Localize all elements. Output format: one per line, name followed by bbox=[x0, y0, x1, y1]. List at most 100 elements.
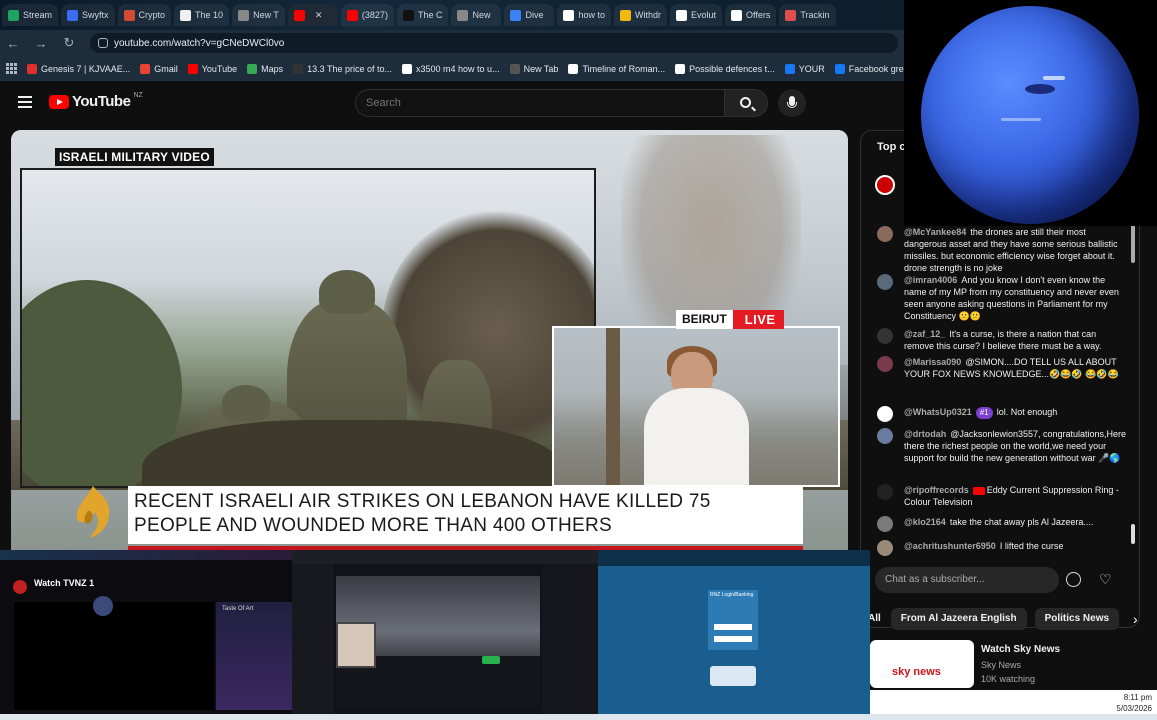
browser-tab[interactable]: ✕ bbox=[287, 4, 338, 26]
follow-button[interactable] bbox=[482, 656, 500, 664]
browser-tab[interactable]: The C bbox=[396, 4, 449, 26]
login-title: RNZ Login/Banking bbox=[710, 592, 754, 598]
tab-label: Crypto bbox=[138, 10, 166, 20]
chat-scrollbar[interactable] bbox=[1131, 223, 1135, 263]
bookmark-favicon-icon bbox=[140, 63, 151, 74]
avatar[interactable] bbox=[877, 484, 893, 500]
tab-favicon-icon bbox=[457, 9, 469, 21]
avatar[interactable] bbox=[877, 356, 893, 372]
browser-tab[interactable]: Dive bbox=[504, 4, 555, 26]
bookmark-item[interactable]: New Tab bbox=[509, 63, 558, 74]
tvnz-side-text: Taste Of Art bbox=[222, 606, 254, 612]
live-reporter-inset bbox=[552, 326, 840, 487]
bookmark-item[interactable]: Timeline of Roman... bbox=[568, 63, 665, 74]
bookmark-favicon-icon bbox=[187, 63, 198, 74]
bookmark-item[interactable]: Genesis 7 | KJVAAE... bbox=[27, 63, 130, 74]
tab-favicon-icon bbox=[180, 9, 192, 21]
site-info-icon[interactable] bbox=[98, 38, 108, 48]
bookmark-favicon-icon bbox=[247, 63, 258, 74]
forward-icon[interactable]: → bbox=[34, 36, 48, 51]
username-field[interactable] bbox=[714, 624, 752, 630]
browser-tab[interactable]: Offers bbox=[725, 4, 777, 26]
search-button[interactable] bbox=[724, 89, 768, 117]
play-icon[interactable] bbox=[93, 596, 113, 616]
bookmark-item[interactable]: x3500 m4 how to u... bbox=[402, 63, 500, 74]
browser-tab[interactable]: Evolut bbox=[670, 4, 723, 26]
emoji-icon[interactable] bbox=[1066, 572, 1081, 587]
chat-message: @klo2164 take the chat away pls Al Jazeer… bbox=[877, 516, 1127, 532]
close-tab-icon[interactable]: ✕ bbox=[315, 10, 323, 21]
chip-al-jazeera[interactable]: From Al Jazeera English bbox=[890, 608, 1027, 630]
tab-favicon-icon bbox=[785, 9, 797, 21]
menu-icon[interactable] bbox=[18, 96, 32, 111]
heart-icon[interactable]: ♡ bbox=[1099, 571, 1112, 588]
chat-message-body: @zaf_12_ It's a curse, is there a nation … bbox=[904, 328, 1127, 352]
chat-author[interactable]: @McYankee84 bbox=[904, 227, 966, 237]
recommended-title[interactable]: Watch Sky News bbox=[981, 644, 1060, 655]
chat-author[interactable]: @klo2164 bbox=[904, 517, 946, 527]
bookmark-item[interactable]: Possible defences t... bbox=[675, 63, 775, 74]
browser-tab[interactable]: Swyftx bbox=[61, 4, 115, 26]
chat-author[interactable]: @Marissa090 bbox=[904, 357, 961, 367]
bookmark-favicon-icon bbox=[509, 63, 520, 74]
window-tvnz[interactable]: Watch TVNZ 1 Taste Of Art bbox=[0, 550, 292, 714]
chat-mode-selector[interactable]: Top c bbox=[877, 141, 906, 153]
tab-favicon-icon bbox=[402, 9, 414, 21]
avatar[interactable] bbox=[877, 516, 893, 532]
browser-tab[interactable]: Trackin bbox=[779, 4, 836, 26]
password-field[interactable] bbox=[714, 636, 752, 642]
reload-icon[interactable]: ↻ bbox=[62, 35, 76, 51]
sky-news-logo: sky news bbox=[892, 666, 941, 678]
bookmark-item[interactable]: 13.3 The price of to... bbox=[293, 63, 393, 74]
avatar[interactable] bbox=[877, 274, 893, 290]
bookmark-item[interactable]: Facebook green bbox=[834, 63, 904, 74]
chat-author[interactable]: @imran4006 bbox=[904, 275, 957, 285]
chat-message: @achritushunter6950 I lifted the curse bbox=[877, 540, 1127, 556]
chevron-right-icon[interactable]: › bbox=[1133, 611, 1138, 627]
planet-overlay bbox=[904, 0, 1157, 226]
bookmark-item[interactable]: Gmail bbox=[140, 63, 178, 74]
browser-tab[interactable]: New T bbox=[232, 4, 285, 26]
chat-author[interactable]: @drtodah bbox=[904, 429, 946, 439]
bookmark-item[interactable]: YouTube bbox=[187, 63, 237, 74]
search-input[interactable] bbox=[355, 89, 724, 117]
bookmark-item[interactable]: YOUR bbox=[784, 63, 825, 74]
chat-scrollbar-lower[interactable] bbox=[1131, 524, 1135, 544]
al-jazeera-logo bbox=[76, 486, 110, 538]
avatar[interactable] bbox=[877, 428, 893, 444]
chat-input[interactable]: Chat as a subscriber... bbox=[875, 567, 1059, 593]
bookmark-item[interactable]: Maps bbox=[247, 63, 283, 74]
browser-tab[interactable]: Crypto bbox=[117, 4, 172, 26]
url-field[interactable]: youtube.com/watch?v=gCNeDWCl0vo bbox=[90, 33, 898, 53]
browser-tab[interactable]: Withdr bbox=[613, 4, 667, 26]
bookmark-label: 13.3 The price of to... bbox=[307, 63, 393, 74]
chat-author[interactable]: @zaf_12_ bbox=[904, 329, 945, 339]
apps-grid-icon[interactable] bbox=[6, 63, 17, 74]
window-stream[interactable] bbox=[292, 550, 598, 714]
avatar[interactable] bbox=[877, 406, 893, 422]
search-bar bbox=[355, 89, 768, 117]
recommended-video[interactable]: sky news Watch Sky News Sky News 10K wat… bbox=[870, 640, 1157, 690]
avatar[interactable] bbox=[877, 328, 893, 344]
chat-author[interactable]: @achritushunter6950 bbox=[904, 541, 996, 551]
browser-tab[interactable]: (3827) bbox=[340, 4, 394, 26]
tvnz-player[interactable] bbox=[14, 602, 214, 710]
chat-author[interactable]: @WhatsUp0321 bbox=[904, 407, 972, 417]
avatar[interactable] bbox=[877, 540, 893, 556]
youtube-logo[interactable]: YouTube NZ bbox=[49, 92, 143, 110]
browser-tab[interactable]: Stream bbox=[2, 4, 59, 26]
recommended-thumbnail[interactable]: sky news bbox=[870, 640, 974, 688]
recommended-channel[interactable]: Sky News bbox=[981, 660, 1021, 670]
browser-tab[interactable]: The 10 bbox=[174, 4, 230, 26]
video-player[interactable]: ISRAELI MILITARY VIDEO BEIRUT LIVE RECEN… bbox=[11, 130, 848, 550]
chat-author[interactable]: @ripoffrecords bbox=[904, 485, 969, 495]
chip-politics[interactable]: Politics News bbox=[1034, 608, 1120, 630]
browser-tab[interactable]: how to bbox=[557, 4, 611, 26]
tab-label: Dive bbox=[525, 10, 544, 20]
back-icon[interactable]: ← bbox=[6, 36, 20, 51]
avatar[interactable] bbox=[877, 226, 893, 242]
region-code: NZ bbox=[133, 92, 143, 99]
browser-tab[interactable]: New bbox=[451, 4, 502, 26]
window-login[interactable]: RNZ Login/Banking bbox=[598, 550, 870, 714]
voice-search-button[interactable] bbox=[778, 89, 806, 117]
